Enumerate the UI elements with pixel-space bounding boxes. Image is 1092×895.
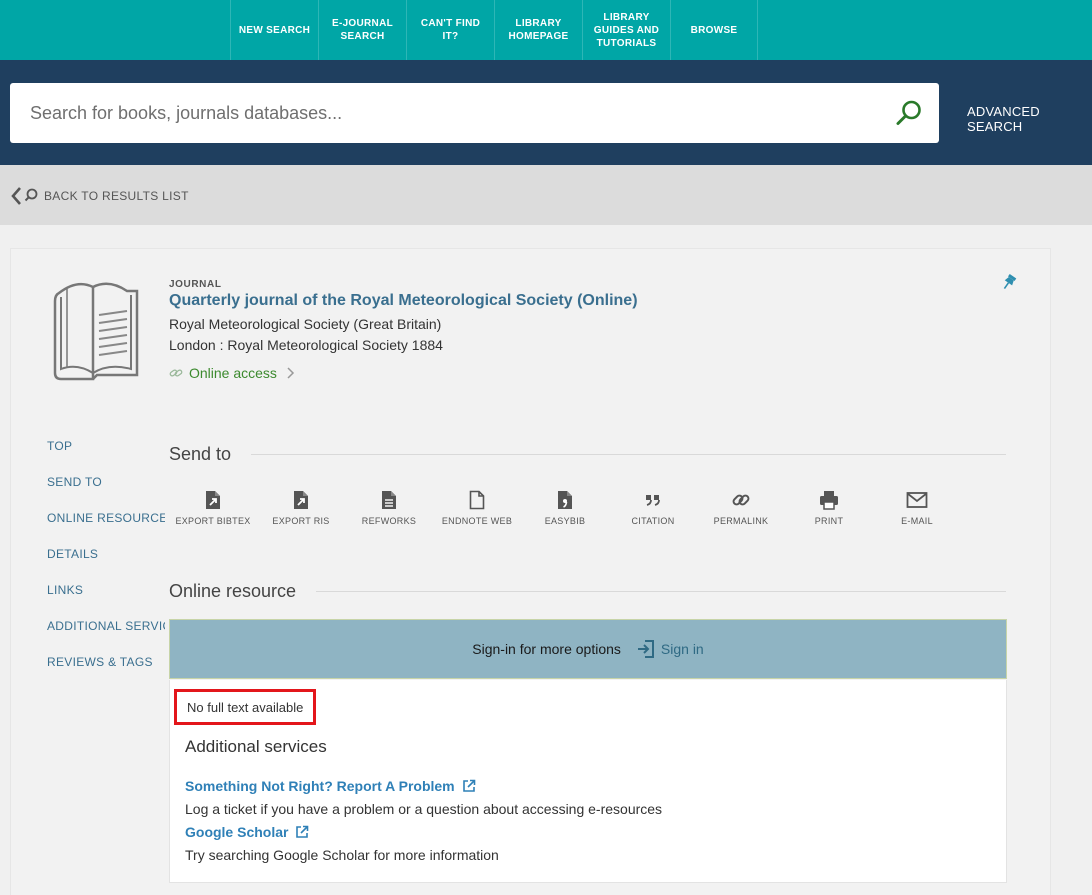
pin-icon[interactable]	[1001, 273, 1017, 291]
online-resource-panel: No full text available Additional servic…	[169, 680, 1007, 883]
print-button[interactable]: PRINT	[785, 489, 873, 526]
search-input[interactable]	[30, 83, 880, 143]
advanced-search-link[interactable]: ADVANCED SEARCH	[967, 104, 1092, 134]
record-publisher: Royal Meteorological Society (Great Brit…	[169, 316, 442, 332]
sidenav-online-resource[interactable]: ONLINE RESOURCE	[47, 511, 165, 547]
citation-button[interactable]: CITATION	[609, 489, 697, 526]
google-scholar-label: Google Scholar	[185, 824, 289, 840]
email-button[interactable]: E-MAIL	[873, 489, 961, 526]
link-icon	[169, 369, 183, 377]
search-icon	[896, 100, 921, 125]
sidenav-links[interactable]: LINKS	[47, 583, 165, 619]
signin-text: Sign-in for more options	[472, 641, 621, 657]
easybib-icon	[558, 491, 572, 509]
nav-library-homepage[interactable]: LIBRARY HOMEPAGE	[494, 0, 582, 60]
nav-e-journal-search[interactable]: E-JOURNAL SEARCH	[318, 0, 406, 60]
sign-in-icon	[637, 640, 654, 658]
send-to-heading: Send to	[169, 444, 232, 464]
sidenav-reviews-tags[interactable]: REVIEWS & TAGS	[47, 655, 165, 691]
endnote-web-button[interactable]: ENDNOTE WEB	[433, 489, 521, 526]
printer-icon	[820, 491, 838, 510]
external-link-icon	[462, 779, 475, 792]
export-bibtex-icon	[206, 491, 220, 509]
book-icon	[53, 282, 139, 381]
record-type: JOURNAL	[169, 279, 222, 290]
permalink-button[interactable]: PERMALINK	[697, 489, 785, 526]
back-label: BACK TO RESULTS LIST	[44, 189, 189, 203]
email-label: E-MAIL	[901, 516, 933, 526]
no-full-text-notice: No full text available	[174, 689, 317, 725]
file-icon	[469, 490, 485, 510]
top-nav-links: NEW SEARCH E-JOURNAL SEARCH CAN'T FIND I…	[230, 0, 758, 60]
export-ris-label: EXPORT RIS	[272, 516, 330, 526]
sign-in-button[interactable]: Sign in	[637, 639, 704, 659]
google-scholar-description: Try searching Google Scholar for more in…	[185, 847, 499, 863]
print-label: PRINT	[814, 516, 844, 526]
send-to-section-header: Send to	[169, 444, 1007, 465]
record-title[interactable]: Quarterly journal of the Royal Meteorolo…	[169, 292, 638, 310]
back-bar: BACK TO RESULTS LIST	[0, 165, 1092, 225]
link-icon	[732, 494, 750, 506]
record-place: London : Royal Meteorological Society 18…	[169, 337, 443, 353]
sidenav-details[interactable]: DETAILS	[47, 547, 165, 583]
report-problem-link[interactable]: Something Not Right? Report A Problem	[185, 778, 476, 794]
endnote-web-label: ENDNOTE WEB	[441, 516, 513, 526]
nav-new-search[interactable]: NEW SEARCH	[230, 0, 318, 60]
document-icon	[382, 491, 396, 509]
export-ris-button[interactable]: EXPORT RIS	[257, 489, 345, 526]
chevron-left-search-icon	[11, 187, 38, 205]
sidenav-additional-services[interactable]: ADDITIONAL SERVICES	[47, 619, 165, 655]
sign-in-label: Sign in	[660, 641, 704, 657]
send-to-actions: EXPORT BIBTEX EXPORT RIS REFWORKS ENDNOT…	[169, 489, 961, 526]
easybib-label: EASYBIB	[544, 516, 586, 526]
additional-services-heading: Additional services	[185, 737, 327, 756]
section-divider	[316, 591, 1007, 592]
chevron-right-icon	[287, 367, 294, 379]
mail-icon	[906, 492, 928, 508]
easybib-button[interactable]: EASYBIB	[521, 489, 609, 526]
citation-label: CITATION	[631, 516, 675, 526]
online-resource-heading: Online resource	[169, 581, 297, 601]
online-access-link[interactable]: Online access	[169, 365, 295, 381]
refworks-label: REFWORKS	[361, 516, 417, 526]
nav-browse[interactable]: BROWSE	[670, 0, 758, 60]
nav-library-guides[interactable]: LIBRARY GUIDES AND TUTORIALS	[582, 0, 670, 60]
sidenav-send-to[interactable]: SEND TO	[47, 475, 165, 511]
search-button[interactable]	[895, 99, 923, 127]
signin-bar: Sign-in for more options Sign in	[169, 619, 1007, 679]
section-divider	[251, 454, 1007, 455]
external-link-icon	[296, 825, 309, 838]
top-navigation: NEW SEARCH E-JOURNAL SEARCH CAN'T FIND I…	[0, 0, 1092, 60]
quote-icon	[646, 495, 660, 506]
report-problem-label: Something Not Right? Report A Problem	[185, 778, 455, 794]
export-bibtex-button[interactable]: EXPORT BIBTEX	[169, 489, 257, 526]
search-box	[10, 83, 939, 143]
online-resource-section-header: Online resource	[169, 581, 1007, 602]
refworks-button[interactable]: REFWORKS	[345, 489, 433, 526]
google-scholar-link[interactable]: Google Scholar	[185, 824, 309, 840]
section-side-nav: TOP SEND TO ONLINE RESOURCE DETAILS LINK…	[47, 439, 165, 691]
back-to-results-link[interactable]: BACK TO RESULTS LIST	[10, 186, 189, 206]
export-ris-icon	[294, 491, 308, 509]
search-band: ADVANCED SEARCH	[0, 60, 1092, 165]
permalink-label: PERMALINK	[713, 516, 769, 526]
report-problem-description: Log a ticket if you have a problem or a …	[185, 801, 663, 817]
record-card: JOURNAL Quarterly journal of the Royal M…	[10, 248, 1051, 895]
online-access-label: Online access	[189, 365, 277, 381]
nav-cant-find-it[interactable]: CAN'T FIND IT?	[406, 0, 494, 60]
sidenav-top[interactable]: TOP	[47, 439, 165, 475]
export-bibtex-label: EXPORT BIBTEX	[175, 516, 251, 526]
